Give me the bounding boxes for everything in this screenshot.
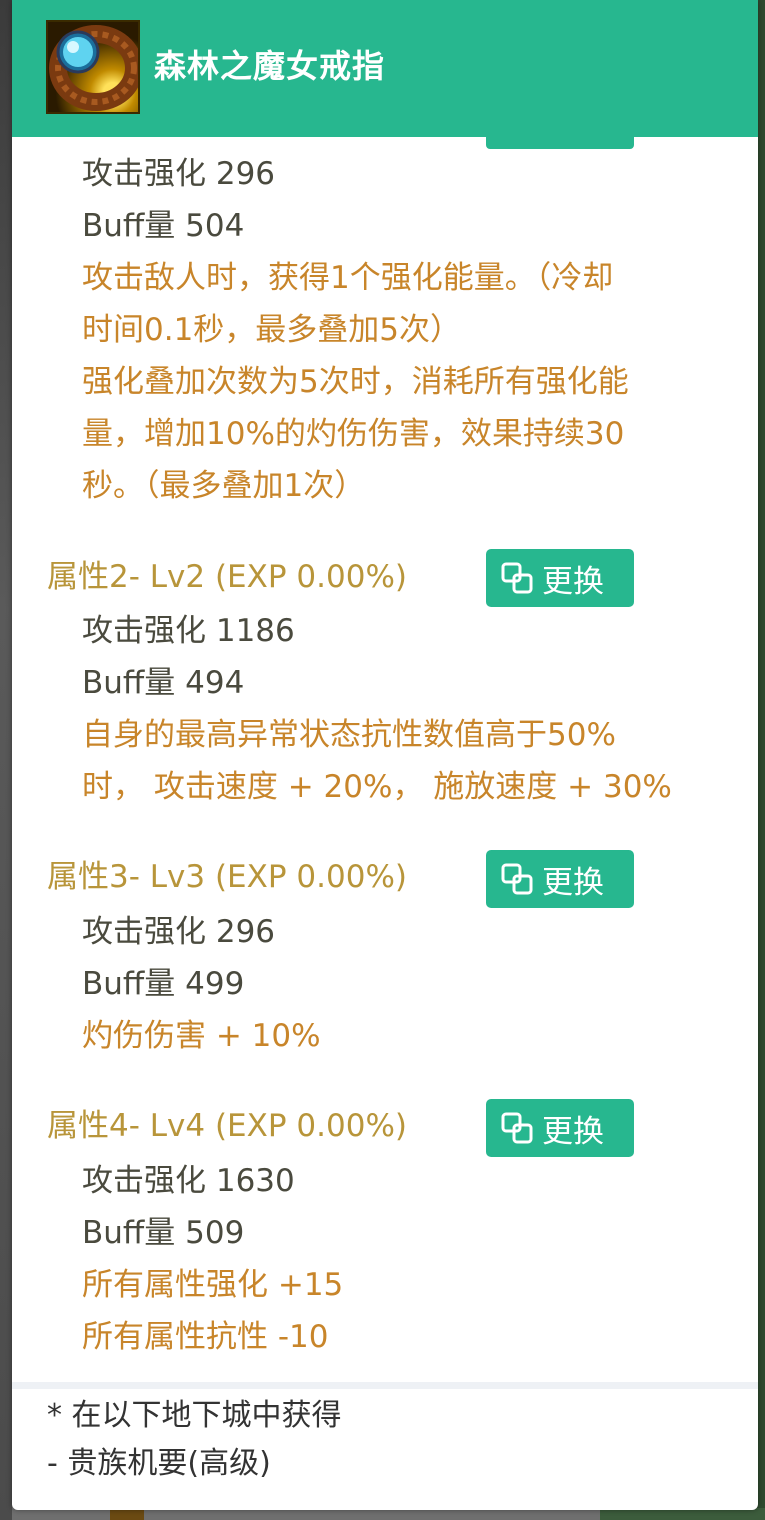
swap-icon bbox=[500, 1111, 534, 1145]
section-divider bbox=[12, 1382, 758, 1389]
attr1-effect-line: 量，增加10%的灼伤伤害，效果持续30 bbox=[82, 416, 625, 452]
attribute-list[interactable]: 攻击强化 296 Buff量 504 攻击敌人时，获得1个强化能量。（冷却 时间… bbox=[12, 137, 758, 1382]
attr1-effect-line: 秒。（最多叠加1次） bbox=[82, 468, 366, 504]
attr1-stat-buff: Buff量 504 bbox=[82, 208, 245, 244]
attr4-title: 属性4- Lv4 (EXP 0.00%) bbox=[47, 1108, 407, 1144]
attr1-effect-line: 攻击敌人时，获得1个强化能量。（冷却 bbox=[82, 260, 614, 296]
swap-label: 更换 bbox=[542, 864, 604, 901]
swap-label: 更换 bbox=[542, 563, 604, 600]
attr3-title: 属性3- Lv3 (EXP 0.00%) bbox=[47, 859, 407, 895]
swap-icon bbox=[500, 561, 534, 595]
attr2-stat-buff: Buff量 494 bbox=[82, 665, 245, 701]
attr3-stat-buff: Buff量 499 bbox=[82, 966, 245, 1002]
attr4-stat-buff: Buff量 509 bbox=[82, 1215, 245, 1251]
attr1-stat-attack: 攻击强化 296 bbox=[82, 156, 276, 192]
source-label: * 在以下地下城中获得 bbox=[47, 1398, 342, 1433]
attr4-effect-line: 所有属性抗性 -10 bbox=[82, 1319, 329, 1355]
attr3-swap-button[interactable]: 更换 bbox=[486, 850, 634, 908]
background-left bbox=[0, 0, 12, 1520]
dungeon-name: - 贵族机要(高级) bbox=[47, 1446, 271, 1481]
swap-label: 更换 bbox=[542, 1113, 604, 1150]
attr4-effect-line: 所有属性强化 +15 bbox=[82, 1267, 344, 1303]
item-title: 森林之魔女戒指 bbox=[154, 47, 386, 85]
swap-icon bbox=[500, 862, 534, 896]
attr1-effect-line: 时间0.1秒，最多叠加5次） bbox=[82, 312, 462, 348]
attr2-effect-line: 自身的最高异常状态抗性数值高于50% bbox=[82, 717, 616, 753]
attr1-swap-button-partial[interactable] bbox=[486, 137, 634, 149]
attr2-effect-line: 时， 攻击速度 + 20%， 施放速度 + 30% bbox=[82, 769, 672, 805]
attr3-stat-attack: 攻击强化 296 bbox=[82, 914, 276, 950]
item-detail-dialog: 森林之魔女戒指 攻击强化 296 Buff量 504 攻击敌人时，获得1个强化能… bbox=[12, 0, 758, 1510]
attr4-stat-attack: 攻击强化 1630 bbox=[82, 1163, 295, 1199]
ring-icon bbox=[46, 20, 140, 114]
attr4-swap-button[interactable]: 更换 bbox=[486, 1099, 634, 1157]
attr2-stat-attack: 攻击强化 1186 bbox=[82, 613, 295, 649]
attr2-swap-button[interactable]: 更换 bbox=[486, 549, 634, 607]
attr2-title: 属性2- Lv2 (EXP 0.00%) bbox=[47, 559, 407, 595]
attr3-effect-line: 灼伤伤害 + 10% bbox=[82, 1018, 321, 1054]
attr1-effect-line: 强化叠加次数为5次时，消耗所有强化能 bbox=[82, 364, 629, 400]
dialog-header: 森林之魔女戒指 bbox=[12, 0, 758, 137]
background-right bbox=[757, 0, 765, 1520]
